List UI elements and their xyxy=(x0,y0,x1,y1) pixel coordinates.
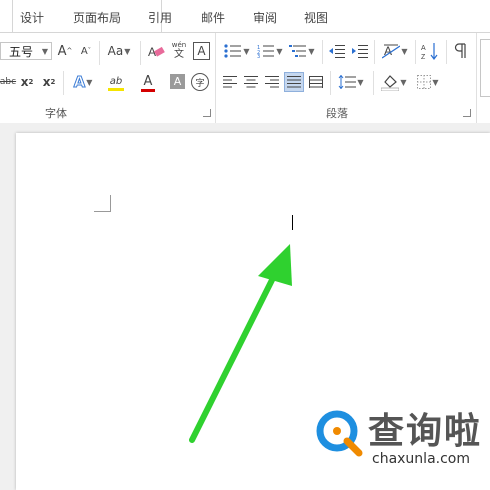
watermark-logo-icon xyxy=(316,410,363,457)
watermark-title: 查询啦 xyxy=(368,411,483,452)
watermark-url: chaxunla.com xyxy=(372,451,470,467)
